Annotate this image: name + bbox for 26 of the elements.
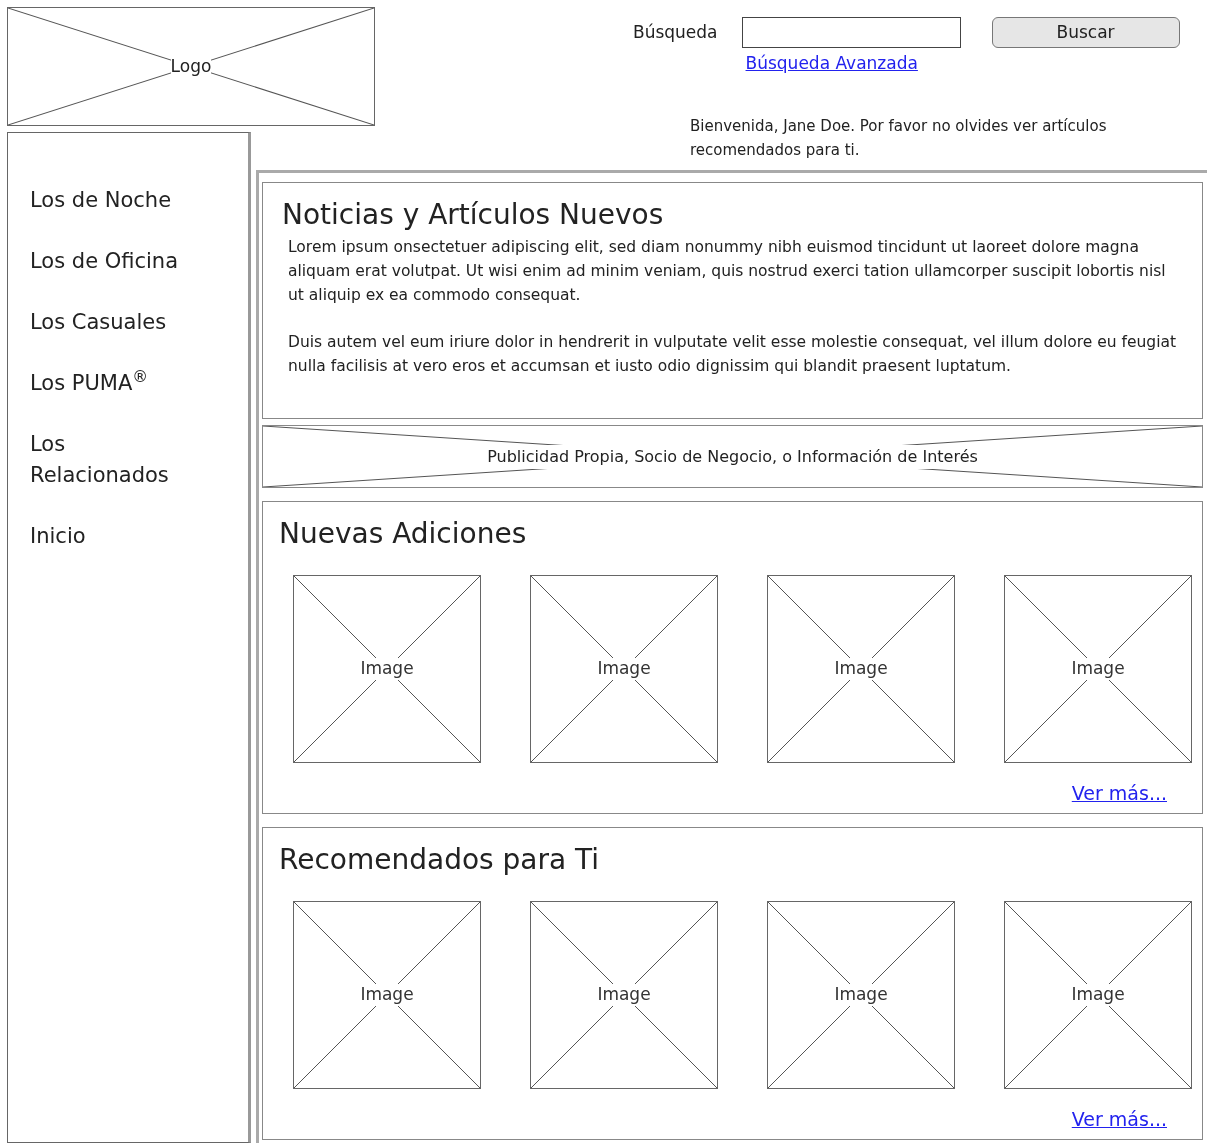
news-paragraph: Lorem ipsum onsectetuer adipiscing elit, sed diam nonummy nibh euismod tincidunt ut laoreet dolore magna aliquam erat volutpat. Ut wisi enim ad minim veniam, quis nostrud exerci tation ullamcorper suscipit lobortis nisl ut aliquip ex ea commodo consequat. (288, 237, 1167, 306)
image-label: Image (597, 984, 651, 1006)
section-title: Recomendados para Ti (279, 842, 601, 878)
sidebar-link[interactable]: Los Relacionados (30, 429, 210, 491)
see-more-link[interactable]: Ver más... (1071, 1105, 1167, 1134)
news-paragraph: Duis autem vel eum iriure dolor in hendrerit in vulputate velit esse molestie consequat, vel illum dolore eu feugiat nulla facilisis at vero eros et accumsan et iusto odio dignissim qui blandit praesent luptatum. (288, 332, 1178, 377)
image-label: Image (1071, 658, 1125, 680)
image-label: Image (1071, 984, 1125, 1006)
image-label: Image (360, 984, 414, 1006)
image-label: Image (360, 658, 414, 680)
welcome-message: Bienvenida, Jane Doe. Por favor no olvides ver artículos recomendados para ti. (690, 115, 1108, 161)
image-label: Image (597, 658, 651, 680)
section-title: Nuevas Adiciones (279, 516, 528, 552)
see-more-link[interactable]: Ver más... (1071, 779, 1167, 808)
image-label: Image (834, 658, 888, 680)
news-title: Noticias y Artículos Nuevos (282, 197, 665, 233)
search-button[interactable]: Buscar (991, 17, 1180, 48)
sidebar-link[interactable]: Los de Noche (30, 185, 210, 216)
sidebar-link[interactable]: Los PUMA$^{®}$ (30, 368, 210, 399)
search-field[interactable] (741, 17, 961, 48)
search-label: Búsqueda (633, 21, 718, 44)
image-label: Image (834, 984, 888, 1006)
sidebar-link[interactable]: Los de Oficina (30, 246, 210, 277)
advanced-search-link[interactable]: Búsqueda Avanzada (745, 51, 961, 77)
sidebar-link[interactable]: Los Casuales (30, 307, 210, 338)
sidebar-link[interactable]: Inicio (30, 521, 210, 552)
